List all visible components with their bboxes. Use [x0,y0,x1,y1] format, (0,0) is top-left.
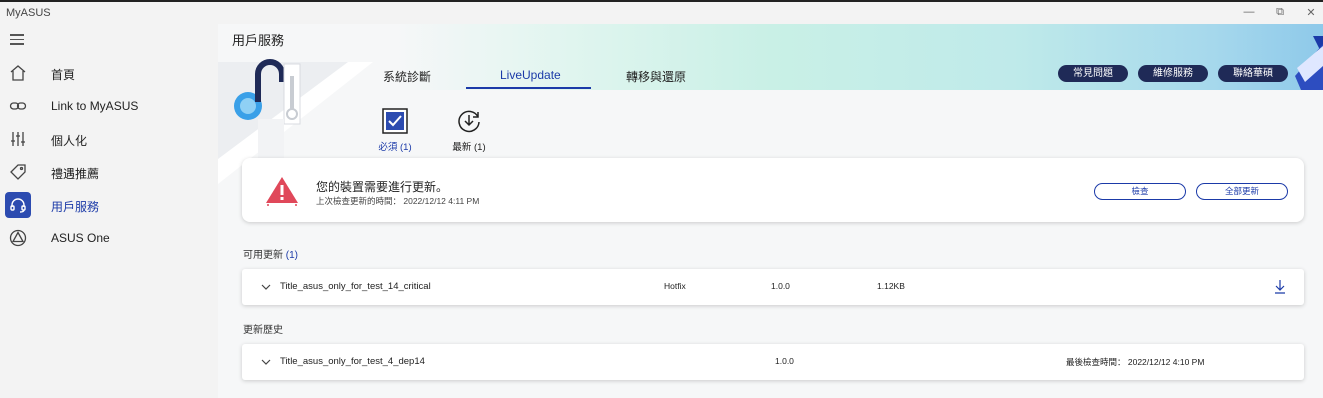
sidebar-item-asus-one[interactable]: ASUS One [0,224,218,252]
history-last-check: 最後檢查時間： 2022/12/12 4:10 PM [1066,357,1205,367]
alert-title: 您的裝置需要進行更新。 [316,180,449,194]
table-row[interactable]: Title_asus_only_for_test_4_dep14 1.0.0 最… [242,344,1304,380]
update-size: 1.12KB [877,281,905,291]
repair-service-button[interactable]: 維修服務 [1138,65,1208,82]
menu-icon[interactable] [10,34,24,48]
chevron-down-icon[interactable] [261,358,271,366]
filter-required-label: 必須 (1) [378,142,412,153]
sidebar-item-label: 個人化 [51,134,88,148]
available-updates-label: 可用更新 [243,250,283,261]
warning-icon [266,177,298,206]
faq-button[interactable]: 常見問題 [1058,65,1128,82]
tag-icon [6,160,30,184]
sidebar-item-personalize[interactable]: 個人化 [0,125,218,153]
available-updates-heading: 可用更新 (1) [243,246,298,261]
sliders-icon [6,127,30,151]
link-icon [6,94,30,118]
download-refresh-icon [456,108,482,134]
last-check-time: 上次檢查更新的時間： 2022/12/12 4:11 PM [316,196,480,206]
check-button[interactable]: 檢查 [1094,183,1186,200]
checkbox-checked-icon [382,108,408,134]
minimize-icon[interactable]: — [1241,6,1257,18]
sidebar-item-label: 禮遇推薦 [51,167,100,181]
update-history-label: 更新歷史 [243,325,283,336]
maximize-icon[interactable]: ⧉ [1272,6,1288,19]
sidebar-item-home[interactable]: 首頁 [0,59,218,87]
page-title: 用戶服務 [232,33,285,48]
update-version: 1.0.0 [771,281,790,291]
tab-system-diagnosis[interactable]: 系統診斷 [383,68,431,85]
update-all-button[interactable]: 全部更新 [1196,183,1288,200]
corner-decoration [1295,36,1323,90]
sidebar-item-label: 首頁 [51,68,76,82]
tab-transfer-restore[interactable]: 轉移與還原 [626,68,686,85]
update-type: Hotfix [664,281,686,291]
title-bar: MyASUS — ⧉ ✕ [0,0,1323,24]
sidebar-item-promotions[interactable]: 禮遇推薦 [0,158,218,186]
sidebar-item-customer-service[interactable]: 用戶服務 [0,191,218,219]
history-version: 1.0.0 [775,356,794,366]
filter-latest-label: 最新 (1) [452,142,486,153]
download-icon[interactable] [1274,279,1286,294]
sidebar-item-label: 用戶服務 [51,200,100,214]
headset-icon [5,192,31,218]
table-row[interactable]: Title_asus_only_for_test_14_critical Hot… [242,269,1304,305]
main-content: 用戶服務 系統診斷 LiveUpdate 轉移與還原 常見問題 維修服務 聯絡華… [218,24,1323,398]
app-title: MyASUS [6,7,51,19]
update-alert-card: 您的裝置需要進行更新。 上次檢查更新的時間： 2022/12/12 4:11 P… [242,158,1304,222]
history-title: Title_asus_only_for_test_4_dep14 [280,356,425,367]
tab-active-indicator [466,87,591,89]
asus-one-icon [6,226,30,250]
sidebar-item-label: ASUS One [51,231,110,245]
close-icon[interactable]: ✕ [1303,6,1319,19]
tab-liveupdate[interactable]: LiveUpdate [500,68,561,82]
filter-latest[interactable]: 最新 (1) [449,108,489,153]
sidebar: 首頁 Link to MyASUS 個人化 禮遇推薦 用戶服務 ASUS One [0,24,218,398]
filter-required[interactable]: 必須 (1) [375,108,415,153]
update-title: Title_asus_only_for_test_14_critical [280,281,431,292]
home-icon [6,61,30,85]
chevron-down-icon[interactable] [261,283,271,291]
sidebar-item-label: Link to MyASUS [51,99,139,113]
available-updates-count: (1) [285,250,299,261]
contact-asus-button[interactable]: 聯絡華碩 [1218,65,1288,82]
sidebar-item-link-to-myasus[interactable]: Link to MyASUS [0,92,218,120]
